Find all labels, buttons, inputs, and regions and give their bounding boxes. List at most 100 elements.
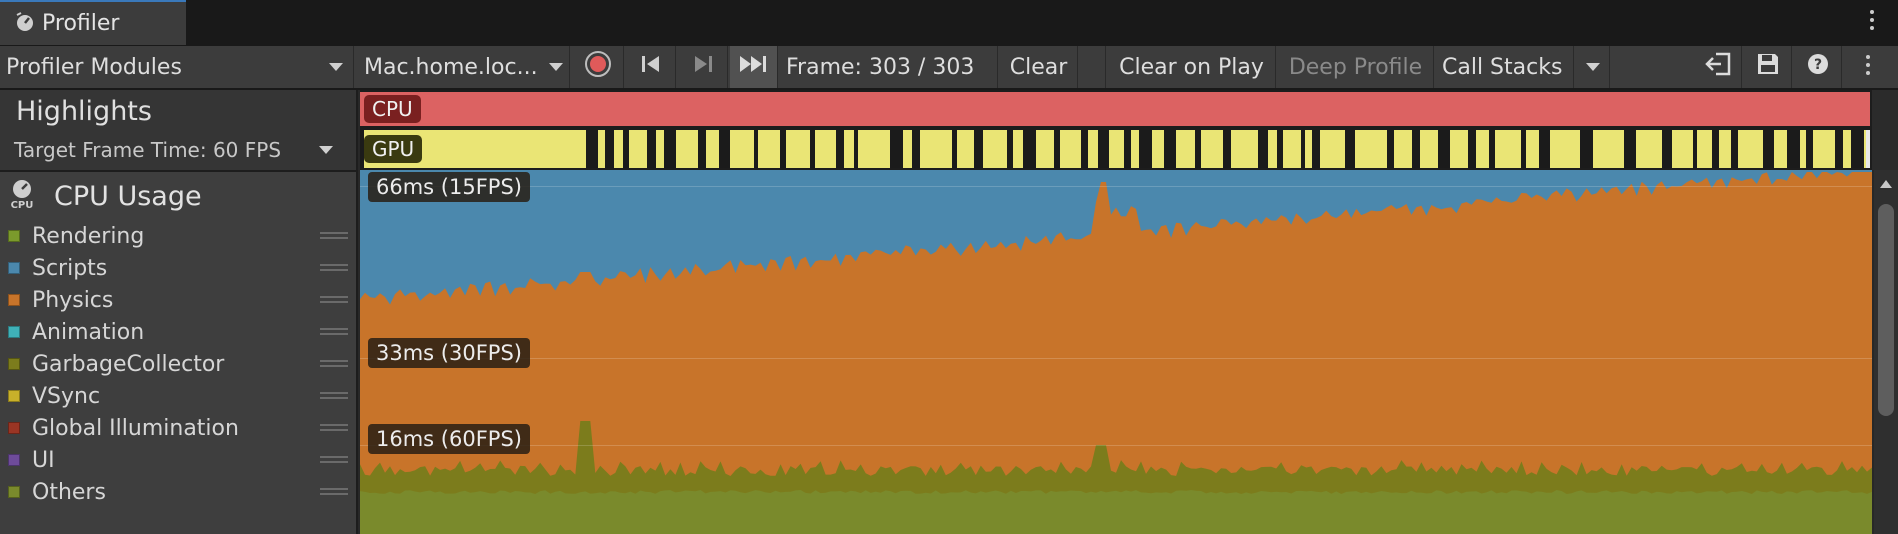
gpu-frame-tick xyxy=(1763,130,1774,168)
legend-item-vsync[interactable]: VSync xyxy=(8,380,348,412)
cpu-usage-chart[interactable]: 66ms (15FPS) 33ms (30FPS) 16ms (60FPS) xyxy=(360,170,1872,534)
legend-item-ui[interactable]: UI xyxy=(8,444,348,476)
cpu-highlight-label: CPU xyxy=(364,95,421,123)
cpu-usage-graph xyxy=(360,172,1872,534)
gpu-frame-tick xyxy=(623,130,629,168)
call-stacks-dropdown[interactable] xyxy=(1576,46,1610,88)
scrollbar-thumb[interactable] xyxy=(1878,204,1894,416)
gpu-frame-tick xyxy=(1438,130,1450,168)
chevron-down-icon[interactable] xyxy=(319,146,333,154)
reference-line-66ms xyxy=(360,186,1872,187)
call-stacks-label: Call Stacks xyxy=(1442,54,1563,80)
gpu-frame-tick xyxy=(1835,130,1843,168)
legend-swatch xyxy=(8,358,20,370)
next-frame-button[interactable] xyxy=(678,46,728,88)
legend-item-animation[interactable]: Animation xyxy=(8,316,348,348)
gpu-frame-tick xyxy=(605,130,614,168)
drag-handle-icon[interactable] xyxy=(320,360,348,370)
gpu-frame-tick xyxy=(754,130,758,168)
target-selection-dropdown[interactable]: Mac.home.loc... xyxy=(356,46,570,88)
gpu-frame-tick xyxy=(1662,130,1672,168)
highlights-right-strip xyxy=(1872,90,1898,170)
profiler-modules-dropdown[interactable]: Profiler Modules xyxy=(0,46,354,88)
clear-on-play-toggle[interactable]: Clear on Play xyxy=(1108,46,1276,88)
highlights-header: Highlights Target Frame Time: 60 FPS xyxy=(0,90,356,172)
gpu-frame-tick xyxy=(1806,130,1813,168)
module-title: CPU Usage xyxy=(54,180,202,212)
legend-item-rendering[interactable]: Rendering xyxy=(8,220,348,252)
save-icon xyxy=(1756,52,1780,82)
legend-item-others[interactable]: Others xyxy=(8,476,348,508)
drag-handle-icon[interactable] xyxy=(320,456,348,466)
profiler-toolbar: Profiler Modules Mac.home.loc... Frame: … xyxy=(0,46,1898,90)
legend-swatch xyxy=(8,422,20,434)
reference-line-33ms xyxy=(360,358,1872,359)
legend-item-scripts[interactable]: Scripts xyxy=(8,252,348,284)
gpu-frame-tick xyxy=(1712,130,1719,168)
legend-label: Scripts xyxy=(32,255,108,281)
clear-button[interactable]: Clear xyxy=(1000,46,1078,88)
drag-handle-icon[interactable] xyxy=(320,488,348,498)
legend-item-garbagecollector[interactable]: GarbageCollector xyxy=(8,348,348,380)
call-stacks-toggle[interactable]: Call Stacks xyxy=(1436,46,1574,88)
legend-item-physics[interactable]: Physics xyxy=(8,284,348,316)
drag-handle-icon[interactable] xyxy=(320,424,348,434)
current-frame-button[interactable] xyxy=(730,46,778,88)
clear-on-play-label: Clear on Play xyxy=(1119,54,1264,80)
gpu-frame-tick xyxy=(1787,130,1800,168)
gpu-frame-tick xyxy=(1277,130,1283,168)
reference-line-16ms xyxy=(360,445,1872,446)
drag-handle-icon[interactable] xyxy=(320,296,348,306)
drag-handle-icon[interactable] xyxy=(320,232,348,242)
record-button[interactable] xyxy=(572,46,624,88)
gpu-frame-tick xyxy=(1412,130,1420,168)
window-tab-bar: Profiler xyxy=(0,0,1898,47)
gpu-frame-tick xyxy=(1468,130,1476,168)
gpu-frame-tick xyxy=(698,130,706,168)
scroll-up-icon[interactable] xyxy=(1880,180,1892,188)
frame-counter: Frame: 303 / 303 xyxy=(780,46,998,88)
gpu-frame-tick xyxy=(890,130,903,168)
help-button[interactable]: ? xyxy=(1794,46,1842,88)
legend-label: GarbageCollector xyxy=(32,351,225,377)
cpu-usage-module-header[interactable]: CPU CPU Usage xyxy=(8,178,202,214)
load-icon xyxy=(1704,51,1732,83)
gpu-frame-tick xyxy=(1164,130,1176,168)
gpu-frame-tick xyxy=(1054,130,1060,168)
legend-item-global-illumination[interactable]: Global Illumination xyxy=(8,412,348,444)
gpu-frame-tick xyxy=(1223,130,1231,168)
step-forward-icon xyxy=(691,53,715,81)
gpu-highlight-bar[interactable]: GPU xyxy=(360,130,1894,168)
profiler-icon xyxy=(14,11,36,37)
gpu-frame-tick xyxy=(780,130,786,168)
legend-swatch xyxy=(8,326,20,338)
gpu-frame-tick xyxy=(1489,130,1495,168)
gpu-frame-tick xyxy=(1023,130,1036,168)
legend-swatch xyxy=(8,294,20,306)
target-dropdown-label: Mac.home.loc... xyxy=(364,54,538,80)
target-frame-time-dropdown[interactable]: Target Frame Time: 60 FPS xyxy=(14,138,281,162)
toolbar-menu-button[interactable] xyxy=(1844,46,1894,88)
window-menu-icon[interactable] xyxy=(1870,10,1876,34)
gpu-frame-tick xyxy=(1539,130,1550,168)
cpu-highlight-bar[interactable]: CPU xyxy=(360,92,1870,126)
save-button[interactable] xyxy=(1744,46,1792,88)
gpu-frame-tick xyxy=(1345,130,1355,168)
drag-handle-icon[interactable] xyxy=(320,328,348,338)
highlights-timeline[interactable]: CPU GPU xyxy=(360,90,1894,170)
drag-handle-icon[interactable] xyxy=(320,264,348,274)
drag-handle-icon[interactable] xyxy=(320,392,348,402)
area-others xyxy=(360,490,1872,534)
module-list-panel: Highlights Target Frame Time: 60 FPS CPU… xyxy=(0,90,358,534)
gpu-frame-tick xyxy=(1693,130,1697,168)
tab-profiler[interactable]: Profiler xyxy=(0,0,186,45)
load-button[interactable] xyxy=(1694,46,1742,88)
gpu-frame-tick xyxy=(952,130,957,168)
legend-swatch xyxy=(8,454,20,466)
previous-frame-button[interactable] xyxy=(626,46,676,88)
deep-profile-toggle[interactable]: Deep Profile xyxy=(1278,46,1434,88)
chart-scrollbar[interactable] xyxy=(1874,170,1898,534)
step-back-icon xyxy=(639,53,663,81)
gpu-frame-tick xyxy=(719,130,730,168)
record-icon xyxy=(583,49,613,85)
